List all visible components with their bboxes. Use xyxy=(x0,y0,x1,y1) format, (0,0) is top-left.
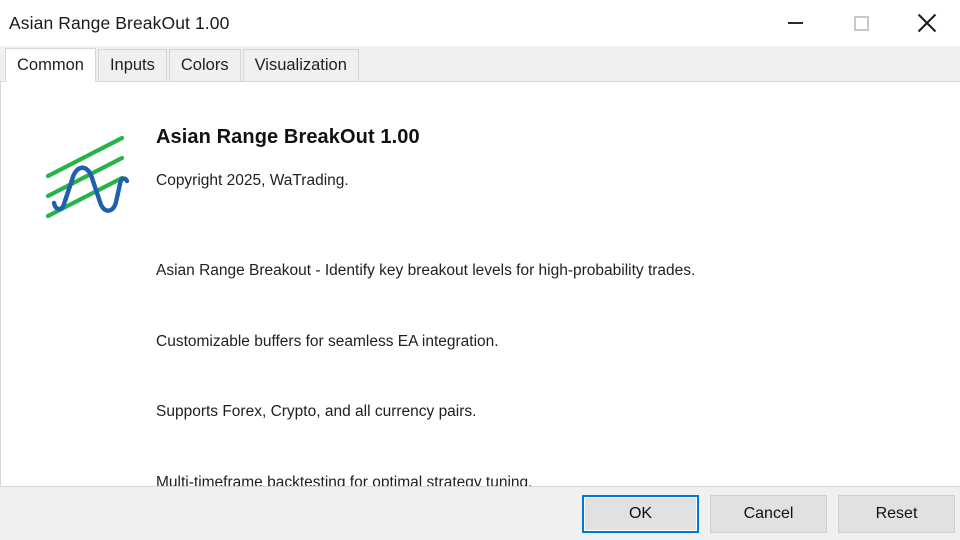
close-button[interactable] xyxy=(894,0,960,46)
tab-panel-common: Asian Range BreakOut 1.00 Copyright 2025… xyxy=(0,82,960,487)
dialog-window: Asian Range BreakOut 1.00 Common Inputs … xyxy=(0,0,960,540)
ok-button[interactable]: OK xyxy=(582,494,699,533)
product-title: Asian Range BreakOut 1.00 xyxy=(156,126,420,148)
description-line: Multi-timeframe backtesting for optimal … xyxy=(156,473,533,487)
title-bar: Asian Range BreakOut 1.00 xyxy=(0,0,960,46)
tab-visualization-label: Visualization xyxy=(254,56,347,74)
tab-common-label: Common xyxy=(17,55,84,74)
tab-visualization[interactable]: Visualization xyxy=(242,49,359,82)
close-icon xyxy=(917,13,937,33)
maximize-button[interactable] xyxy=(828,0,894,46)
description-line: Customizable buffers for seamless EA int… xyxy=(156,332,499,350)
maximize-icon xyxy=(853,15,869,31)
tab-common[interactable]: Common xyxy=(5,48,96,82)
tab-strip: Common Inputs Colors Visualization xyxy=(0,46,960,82)
tab-inputs-label: Inputs xyxy=(109,56,155,74)
window-title: Asian Range BreakOut 1.00 xyxy=(9,12,230,33)
reset-button[interactable]: Reset xyxy=(838,494,955,533)
sine-wave-channel-icon xyxy=(45,135,130,219)
tab-colors-label: Colors xyxy=(180,56,229,74)
dialog-footer: OK Cancel Reset xyxy=(0,487,960,540)
minimize-icon xyxy=(787,22,803,24)
description-block: Asian Range Breakout - Identify key brea… xyxy=(156,212,696,487)
copyright-text: Copyright 2025, WaTrading. xyxy=(156,172,349,189)
window-controls xyxy=(762,0,960,46)
description-line: Asian Range Breakout - Identify key brea… xyxy=(156,262,696,279)
tab-inputs[interactable]: Inputs xyxy=(97,49,167,82)
tab-colors[interactable]: Colors xyxy=(168,49,241,82)
cancel-button[interactable]: Cancel xyxy=(710,494,827,533)
description-line: Supports Forex, Crypto, and all currency… xyxy=(156,403,477,420)
minimize-button[interactable] xyxy=(762,0,828,46)
